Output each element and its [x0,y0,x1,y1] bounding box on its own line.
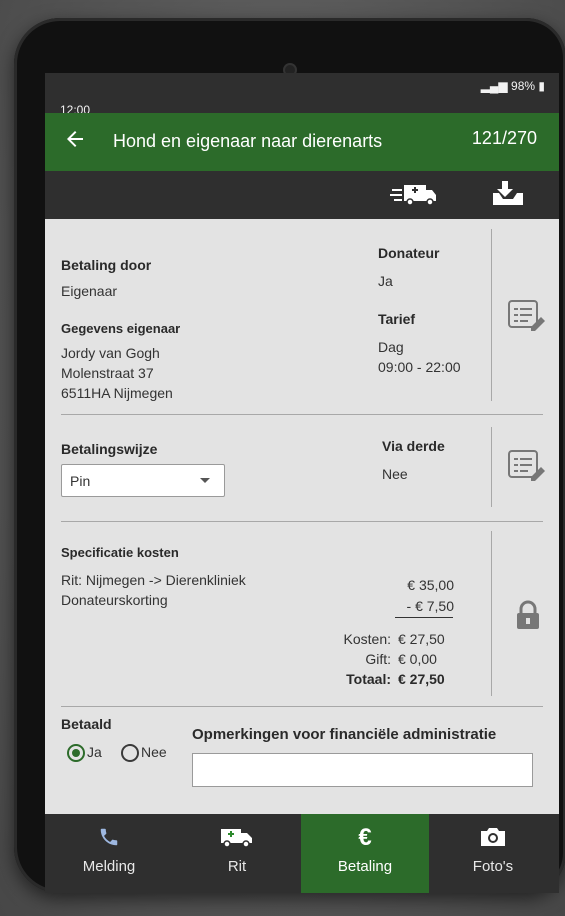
nav-fotos-label: Foto's [472,858,514,875]
owner-name: Jordy van Gogh [61,345,160,361]
radio-ja-label: Ja [87,744,102,760]
nav-rit-label: Rit [227,858,247,875]
radio-ja[interactable] [67,744,85,762]
phone-icon [45,826,173,850]
battery-icon: ▮ [538,79,545,93]
tarief-hours: 09:00 - 22:00 [378,359,461,375]
nav-betaling-label: Betaling [337,858,393,875]
tarief-day: Dag [378,339,404,355]
owner-city: 6511HA Nijmegen [61,385,173,401]
owner-street: Molenstraat 37 [61,365,154,381]
cost-line-desc: Donateurskorting [61,592,168,608]
donateur-label: Donateur [378,245,440,261]
section-divider [61,521,543,522]
kosten-label: Kosten: [343,631,391,647]
via-derde-label: Via derde [382,438,445,454]
cost-line-amount: € 35,00 [407,577,454,593]
record-counter: 121/270 [471,128,537,148]
nav-betaling[interactable]: € Betaling [301,814,429,893]
betaald-label: Betaald [61,716,112,732]
status-bar: 12:00 ▂▄▆ 98% ▮ [45,73,559,117]
section-divider [61,706,543,707]
nav-melding[interactable]: Melding [45,814,173,893]
signal-icon: ▂▄▆ [480,79,508,93]
specificatie-kosten-label: Specificatie kosten [61,545,179,560]
ambulance-icon [173,826,301,850]
app-bar: Hond en eigenaar naar dierenarts 121/270 [45,113,559,171]
cost-line-amount: - € 7,50 [406,598,454,614]
lock-icon [513,599,543,631]
opmerkingen-input[interactable] [192,753,533,787]
back-arrow-icon[interactable] [63,127,91,155]
betaling-door-label: Betaling door [61,257,152,273]
nav-rit[interactable]: Rit [173,814,301,893]
section-divider [61,414,543,415]
ambulance-icon[interactable] [390,179,440,209]
edit-list-icon[interactable] [507,299,547,333]
app-screen: 12:00 ▂▄▆ 98% ▮ Hond en eigenaar naar di… [45,73,559,893]
cost-line-desc: Rit: Nijmegen -> Dierenkliniek [61,572,246,588]
totaal-label: Totaal: [346,671,391,687]
betaling-door-value: Eigenaar [61,283,118,299]
totaal-value: € 27,50 [398,671,445,687]
radio-nee[interactable] [121,744,139,762]
tablet-frame: 12:00 ▂▄▆ 98% ▮ Hond en eigenaar naar di… [14,18,565,893]
opmerkingen-label: Opmerkingen voor financiële administrati… [192,726,497,743]
donateur-value: Ja [378,273,393,289]
radio-nee-label: Nee [141,744,167,760]
action-toolbar [45,171,559,219]
tarief-label: Tarief [378,311,416,327]
via-derde-value: Nee [382,466,408,482]
page-title: Hond en eigenaar naar dierenarts [113,131,383,151]
dropdown-arrow-icon [200,478,210,483]
gift-value: € 0,00 [398,651,437,667]
vertical-divider [491,427,492,507]
euro-icon: € [358,824,372,851]
kosten-value: € 27,50 [398,631,445,647]
nav-fotos[interactable]: Foto's [429,814,557,893]
sum-line [395,617,453,618]
betalingswijze-label: Betalingswijze [61,441,158,457]
gegevens-eigenaar-label: Gegevens eigenaar [61,321,181,336]
battery-percent: 98% [511,79,536,93]
download-tray-icon[interactable] [487,179,537,209]
vertical-divider [491,531,492,696]
edit-list-icon[interactable] [507,449,547,483]
nav-melding-label: Melding [82,858,136,875]
betalingswijze-select[interactable]: Pin [61,464,225,497]
betalingswijze-selected: Pin [70,473,91,489]
camera-icon [429,826,557,850]
vertical-divider [491,229,492,401]
gift-label: Gift: [365,651,391,667]
status-battery: ▂▄▆ 98% ▮ [481,79,545,93]
bottom-navigation: Melding Rit € Betaling Foto's [45,814,559,893]
payment-content: Betaling door Eigenaar Gegevens eigenaar… [45,219,559,814]
